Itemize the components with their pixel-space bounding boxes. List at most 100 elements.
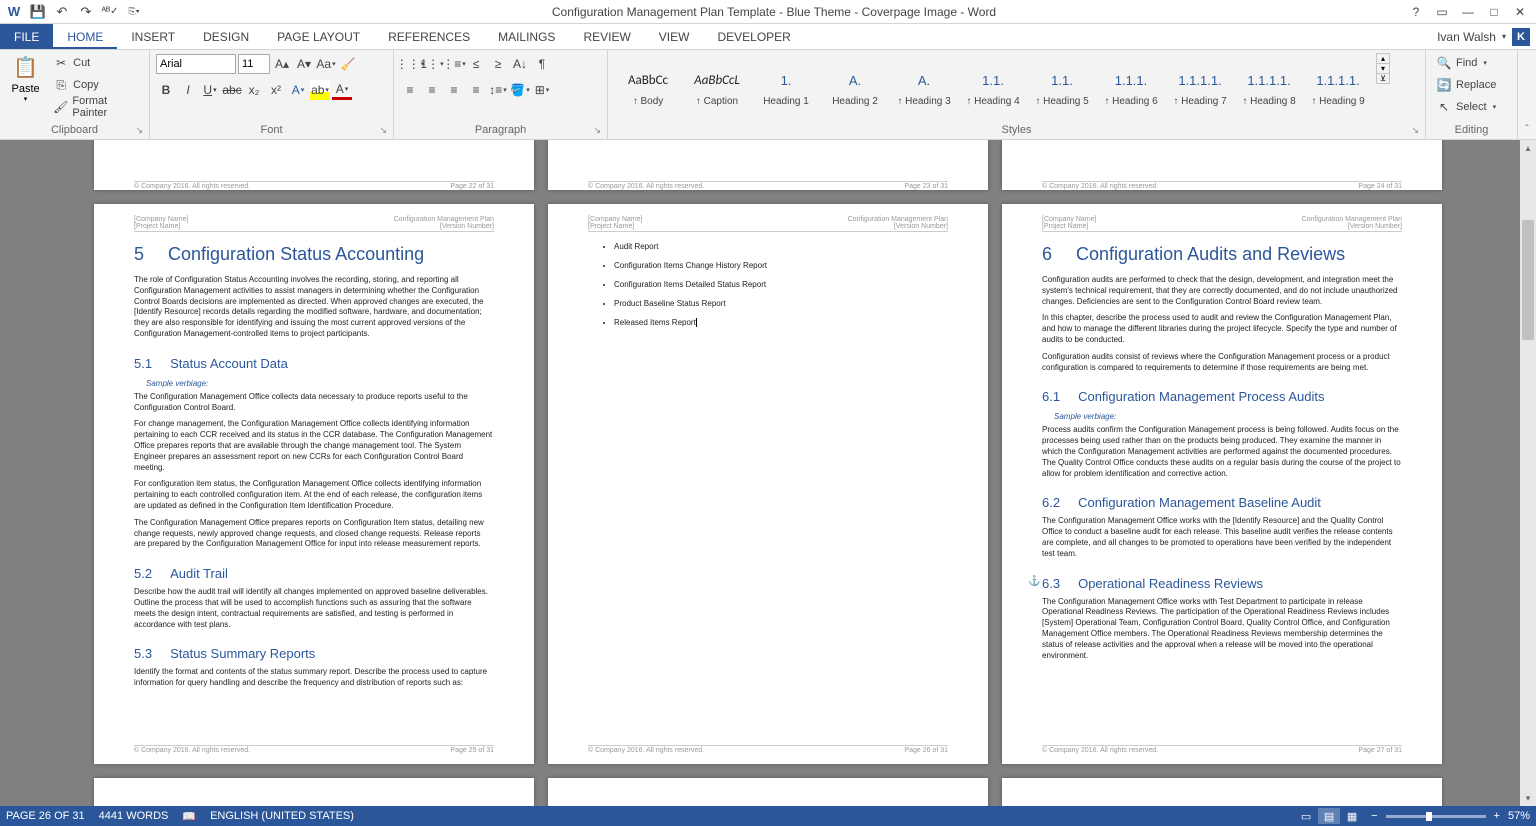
text-effects-icon[interactable]: A <box>288 80 308 100</box>
numbering-icon[interactable]: 1⋮ <box>422 54 442 74</box>
multilevel-icon[interactable]: ⋮≡ <box>444 54 464 74</box>
help-icon[interactable]: ? <box>1404 2 1428 22</box>
vertical-scrollbar[interactable]: ▴ ▾ <box>1520 140 1536 806</box>
undo-icon[interactable]: ↶ <box>52 2 72 22</box>
style-item[interactable]: 1.1.1.1.↑ Heading 7 <box>1166 53 1234 119</box>
tab-view[interactable]: VIEW <box>645 24 704 49</box>
paragraph-text[interactable]: Describe how the audit trail will identi… <box>134 587 494 630</box>
launcher-icon[interactable]: ↘ <box>135 125 143 136</box>
paragraph-text[interactable]: The Configuration Management Office prep… <box>134 518 494 550</box>
zoom-out-icon[interactable]: − <box>1371 810 1377 822</box>
save-icon[interactable]: 💾 <box>28 2 48 22</box>
paragraph-text[interactable]: Configuration audits are performed to ch… <box>1042 275 1402 307</box>
paragraph-text[interactable]: Identify the format and contents of the … <box>134 667 494 689</box>
style-item[interactable]: 1.1.1.↑ Heading 6 <box>1097 53 1165 119</box>
font-color-icon[interactable]: A <box>332 80 352 100</box>
replace-button[interactable]: 🔄Replace <box>1432 75 1500 95</box>
spellcheck-icon[interactable]: ᴬᴮ✓ <box>100 2 120 22</box>
heading-2[interactable]: 6.2Configuration Management Baseline Aud… <box>1042 495 1402 510</box>
format-painter-button[interactable]: 🖌Format Painter <box>49 97 143 117</box>
launcher-icon[interactable]: ↘ <box>1411 125 1419 136</box>
heading-1[interactable]: 5Configuration Status Accounting <box>134 244 494 265</box>
tab-references[interactable]: REFERENCES <box>374 24 484 49</box>
highlight-icon[interactable]: ab <box>310 80 330 100</box>
list-item[interactable]: Product Baseline Status Report <box>614 299 948 308</box>
bullets-icon[interactable]: ⋮⋮ <box>400 54 420 74</box>
launcher-icon[interactable]: ↘ <box>379 125 387 136</box>
gallery-more-icon[interactable]: ⊻ <box>1377 74 1389 83</box>
status-language[interactable]: ENGLISH (UNITED STATES) <box>210 810 354 822</box>
status-page[interactable]: PAGE 26 OF 31 <box>6 810 85 822</box>
scroll-down-icon[interactable]: ▾ <box>1520 790 1536 806</box>
superscript-icon[interactable]: x² <box>266 80 286 100</box>
copy-button[interactable]: ⎘Copy <box>49 75 143 95</box>
increase-indent-icon[interactable]: ≥ <box>488 54 508 74</box>
subscript-icon[interactable]: x₂ <box>244 80 264 100</box>
sample-label[interactable]: Sample verbiage: <box>146 379 494 388</box>
paragraph-text[interactable]: For change management, the Configuration… <box>134 419 494 473</box>
underline-icon[interactable]: U <box>200 80 220 100</box>
tab-insert[interactable]: INSERT <box>117 24 189 49</box>
style-item[interactable]: 1.1.1.1.↑ Heading 9 <box>1304 53 1372 119</box>
grow-font-icon[interactable]: A▴ <box>272 54 292 74</box>
bullet-list[interactable]: Audit Report Configuration Items Change H… <box>614 242 948 337</box>
show-marks-icon[interactable]: ¶ <box>532 54 552 74</box>
list-item[interactable]: Configuration Items Change History Repor… <box>614 261 948 270</box>
justify-icon[interactable]: ≡ <box>466 80 486 100</box>
style-item[interactable]: 1.Heading 1 <box>752 53 820 119</box>
document-page[interactable]: [Company Name][Project Name] Configurati… <box>1002 204 1442 764</box>
font-size-input[interactable] <box>238 54 270 74</box>
paragraph-text[interactable]: The Configuration Management Office work… <box>1042 597 1402 662</box>
paragraph-text[interactable]: The role of Configuration Status Account… <box>134 275 494 340</box>
tab-design[interactable]: DESIGN <box>189 24 263 49</box>
paste-button[interactable]: 📋 Paste ▾ <box>6 53 45 119</box>
gallery-up-icon[interactable]: ▴ <box>1377 54 1389 64</box>
zoom-slider[interactable] <box>1386 815 1486 818</box>
paragraph-text[interactable]: For configuration item status, the Confi… <box>134 479 494 511</box>
sort-icon[interactable]: A↓ <box>510 54 530 74</box>
tab-home[interactable]: HOME <box>53 24 117 49</box>
shrink-font-icon[interactable]: A▾ <box>294 54 314 74</box>
cut-button[interactable]: ✂Cut <box>49 53 143 73</box>
bold-icon[interactable]: B <box>156 80 176 100</box>
align-right-icon[interactable]: ≡ <box>444 80 464 100</box>
heading-2[interactable]: 6.1Configuration Management Process Audi… <box>1042 389 1402 404</box>
shading-icon[interactable]: 🪣 <box>510 80 530 100</box>
align-center-icon[interactable]: ≡ <box>422 80 442 100</box>
zoom-thumb[interactable] <box>1426 812 1432 821</box>
heading-1[interactable]: 6Configuration Audits and Reviews <box>1042 244 1402 265</box>
document-area[interactable]: © Company 2016. All rights reserved.Page… <box>0 140 1536 806</box>
read-mode-icon[interactable]: ▭ <box>1295 808 1317 824</box>
tab-mailings[interactable]: MAILINGS <box>484 24 569 49</box>
borders-icon[interactable]: ⊞ <box>532 80 552 100</box>
change-case-icon[interactable]: Aa <box>316 54 336 74</box>
font-name-input[interactable] <box>156 54 236 74</box>
clear-format-icon[interactable]: 🧹 <box>338 54 358 74</box>
style-item[interactable]: A.Heading 2 <box>821 53 889 119</box>
align-left-icon[interactable]: ≡ <box>400 80 420 100</box>
style-item[interactable]: 1.1.↑ Heading 5 <box>1028 53 1096 119</box>
select-button[interactable]: ↖Select▾ <box>1432 97 1500 117</box>
strikethrough-icon[interactable]: abc <box>222 80 242 100</box>
proofing-icon[interactable]: 📖 <box>182 810 196 823</box>
list-item[interactable]: Audit Report <box>614 242 948 251</box>
redo-icon[interactable]: ↷ <box>76 2 96 22</box>
collapse-ribbon-icon[interactable]: ˆ <box>1525 124 1528 135</box>
user-dropdown-icon[interactable]: ▾ <box>1502 32 1506 41</box>
paragraph-text[interactable]: The Configuration Management Office coll… <box>134 392 494 414</box>
style-item[interactable]: A.↑ Heading 3 <box>890 53 958 119</box>
document-page[interactable]: [Company Name][Project Name] Configurati… <box>548 204 988 764</box>
style-item[interactable]: 1.1.1.1.↑ Heading 8 <box>1235 53 1303 119</box>
ribbon-display-icon[interactable]: ▭ <box>1430 2 1454 22</box>
heading-2[interactable]: 5.3Status Summary Reports <box>134 646 494 661</box>
gallery-down-icon[interactable]: ▾ <box>1377 64 1389 74</box>
sample-label[interactable]: Sample verbiage: <box>1054 412 1402 421</box>
paragraph-text[interactable]: Configuration audits consist of reviews … <box>1042 352 1402 374</box>
close-icon[interactable]: ✕ <box>1508 2 1532 22</box>
tab-review[interactable]: REVIEW <box>569 24 644 49</box>
tab-file[interactable]: FILE <box>0 24 53 49</box>
tab-developer[interactable]: DEVELOPER <box>703 24 804 49</box>
decrease-indent-icon[interactable]: ≤ <box>466 54 486 74</box>
heading-2[interactable]: ⚓6.3Operational Readiness Reviews <box>1042 576 1402 591</box>
maximize-icon[interactable]: □ <box>1482 2 1506 22</box>
